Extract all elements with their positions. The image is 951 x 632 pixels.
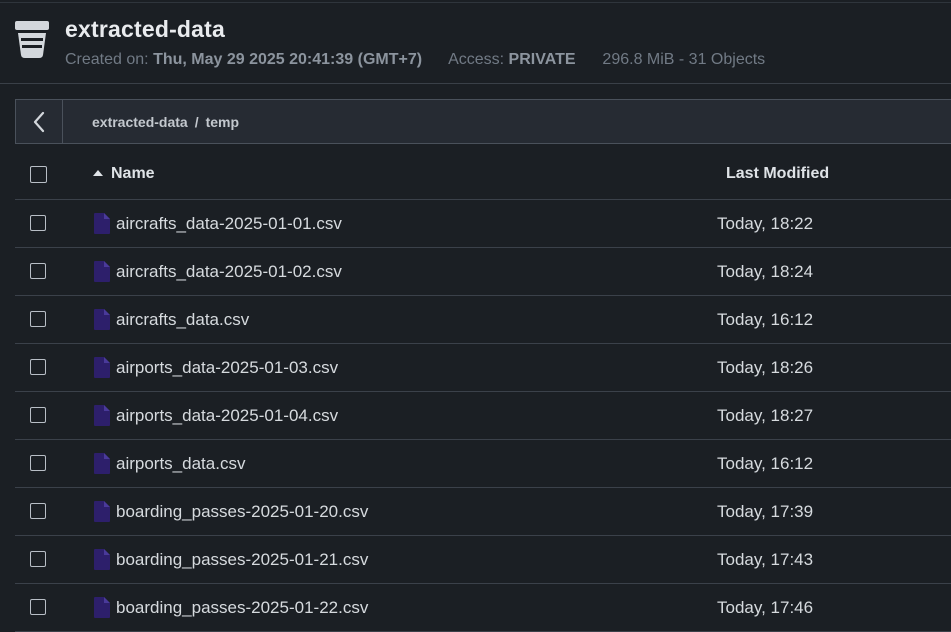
file-name[interactable]: boarding_passes-2025-01-21.csv	[116, 550, 368, 570]
row-checkbox[interactable]	[30, 455, 46, 471]
file-icon	[94, 597, 110, 618]
file-icon	[94, 357, 110, 378]
file-last-modified: Today, 17:46	[717, 598, 814, 617]
table-row[interactable]: aircrafts_data-2025-01-02.csv Today, 18:2…	[15, 248, 951, 296]
created-value: Thu, May 29 2025 20:41:39 (GMT+7)	[153, 51, 423, 68]
breadcrumb: extracted-data / temp	[92, 114, 239, 130]
top-divider	[0, 2, 951, 3]
file-name[interactable]: aircrafts_data-2025-01-01.csv	[116, 214, 342, 234]
file-last-modified: Today, 17:39	[717, 502, 814, 521]
file-last-modified: Today, 16:12	[717, 454, 814, 473]
row-checkbox[interactable]	[30, 359, 46, 375]
back-button[interactable]	[16, 100, 63, 143]
bucket-title: extracted-data	[65, 16, 226, 42]
row-checkbox[interactable]	[30, 311, 46, 327]
file-name[interactable]: airports_data.csv	[116, 454, 245, 474]
file-name[interactable]: airports_data-2025-01-04.csv	[116, 406, 338, 426]
file-icon	[94, 405, 110, 426]
file-last-modified: Today, 18:22	[717, 214, 814, 233]
chevron-left-icon	[33, 111, 45, 132]
breadcrumb-bar: extracted-data / temp	[15, 99, 951, 144]
row-checkbox[interactable]	[30, 599, 46, 615]
access-label: Access:	[448, 51, 505, 68]
row-checkbox[interactable]	[30, 503, 46, 519]
table-header-row: Name Last Modified	[15, 151, 951, 200]
column-header-name[interactable]: Name	[93, 165, 155, 183]
bucket-icon	[15, 21, 49, 58]
table-row[interactable]: aircrafts_data.csv Today, 16:12	[15, 296, 951, 344]
file-icon	[94, 453, 110, 474]
row-checkbox[interactable]	[30, 263, 46, 279]
table-row[interactable]: aircrafts_data-2025-01-01.csv Today, 18:2…	[15, 200, 951, 248]
sort-ascending-icon	[93, 170, 103, 176]
file-last-modified: Today, 18:24	[717, 262, 814, 281]
row-checkbox[interactable]	[30, 407, 46, 423]
select-all-checkbox[interactable]	[30, 166, 47, 183]
file-name[interactable]: boarding_passes-2025-01-20.csv	[116, 502, 368, 522]
table-row[interactable]: airports_data-2025-01-04.csv Today, 18:27	[15, 392, 951, 440]
bucket-header: extracted-data Created on: Thu, May 29 2…	[0, 0, 951, 84]
usage-summary: 296.8 MiB - 31 Objects	[602, 51, 766, 68]
file-table: Name Last Modified aircrafts_data-2025-0…	[15, 151, 951, 632]
table-row[interactable]: airports_data.csv Today, 16:12	[15, 440, 951, 488]
file-name[interactable]: boarding_passes-2025-01-22.csv	[116, 598, 368, 618]
row-checkbox[interactable]	[30, 215, 46, 231]
file-icon	[94, 213, 110, 234]
column-name-label: Name	[111, 165, 155, 182]
file-last-modified: Today, 16:12	[717, 310, 814, 329]
table-row[interactable]: airports_data-2025-01-03.csv Today, 18:26	[15, 344, 951, 392]
breadcrumb-item-bucket[interactable]: extracted-data	[92, 114, 188, 130]
row-checkbox[interactable]	[30, 551, 46, 567]
table-row[interactable]: boarding_passes-2025-01-20.csv Today, 17:…	[15, 488, 951, 536]
table-row[interactable]: boarding_passes-2025-01-21.csv Today, 17:…	[15, 536, 951, 584]
file-last-modified: Today, 18:26	[717, 358, 814, 377]
file-icon	[94, 261, 110, 282]
file-last-modified: Today, 18:27	[717, 406, 814, 425]
table-row[interactable]: boarding_passes-2025-01-22.csv Today, 17:…	[15, 584, 951, 632]
bucket-meta: Created on: Thu, May 29 2025 20:41:39 (G…	[65, 51, 765, 69]
created-label: Created on:	[65, 51, 149, 68]
breadcrumb-item-temp[interactable]: temp	[206, 114, 239, 130]
file-icon	[94, 309, 110, 330]
access-value: PRIVATE	[508, 51, 576, 68]
file-last-modified: Today, 17:43	[717, 550, 814, 569]
file-name[interactable]: aircrafts_data-2025-01-02.csv	[116, 262, 342, 282]
file-icon	[94, 549, 110, 570]
file-icon	[94, 501, 110, 522]
file-name[interactable]: aircrafts_data.csv	[116, 310, 249, 330]
breadcrumb-separator: /	[194, 114, 199, 130]
column-header-last-modified[interactable]: Last Modified	[726, 165, 829, 183]
file-name[interactable]: airports_data-2025-01-03.csv	[116, 358, 338, 378]
